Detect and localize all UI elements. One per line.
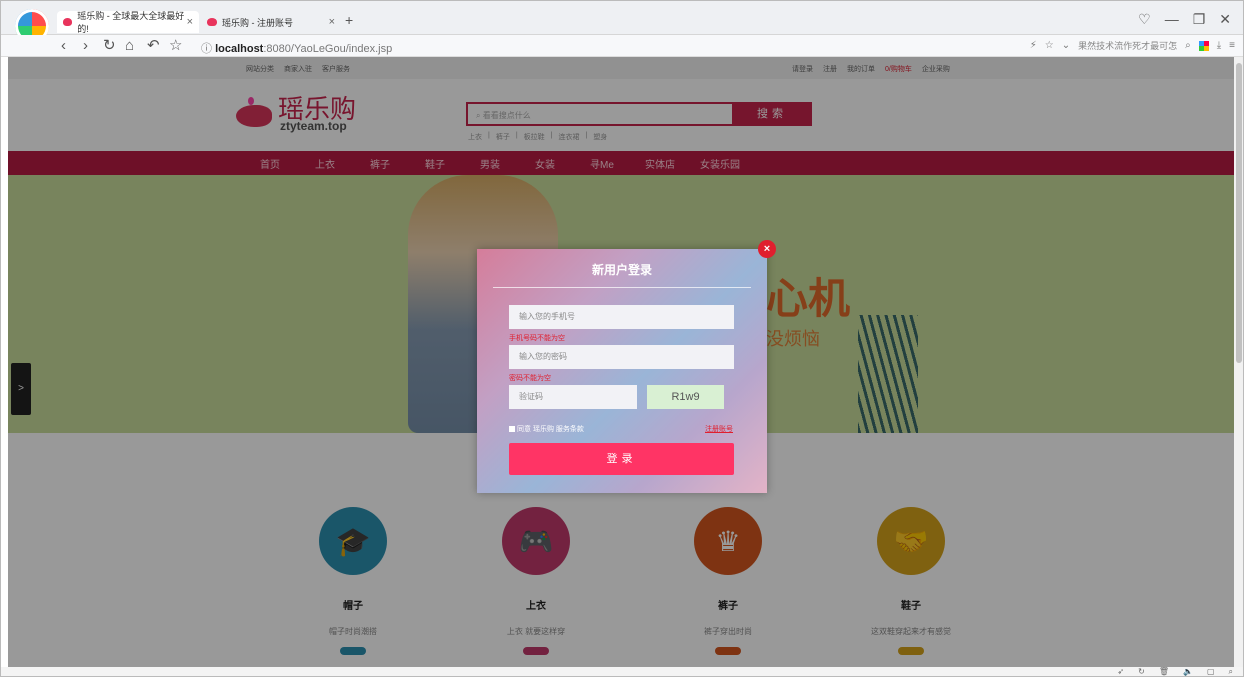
window-controls: ♡ — ❐ ✕ (1138, 11, 1231, 28)
register-account-link[interactable]: 注册账号 (705, 424, 733, 434)
back-icon[interactable]: ‹ (61, 38, 66, 54)
tab-bar: 瑶乐购 - 全球最大全球最好的! × 瑶乐购 - 注册账号 × + ♡ — ❐ … (1, 1, 1243, 43)
site-favicon-icon (207, 18, 217, 26)
forward-icon[interactable]: › (83, 38, 88, 54)
login-button[interactable]: 登录 (509, 443, 734, 475)
tab-home[interactable]: 瑶乐购 - 全球最大全球最好的! × (57, 11, 199, 34)
modal-title: 新用户登录 (591, 263, 652, 277)
agree-label: 同意 瑶乐购 服务条款 (517, 426, 584, 433)
window-icon[interactable]: ▢ (1207, 667, 1215, 676)
bookmark-star-icon[interactable]: ☆ (169, 38, 182, 54)
apps-icon[interactable] (1198, 40, 1209, 51)
volume-icon[interactable]: 🔈 (1183, 667, 1193, 676)
close-tab-icon[interactable]: × (329, 16, 335, 28)
dropdown-icon[interactable]: ⌄ (1062, 40, 1070, 51)
modal-divider (493, 287, 751, 288)
lock-icon: ⓘ (201, 43, 216, 55)
close-icon[interactable]: × (758, 240, 776, 258)
close-window-icon[interactable]: ✕ (1219, 11, 1231, 28)
address-right-tools: ⚡ ☆ ⌄ 果然技术流作死才最可怎 ⌕ ⤓ ≡ (1030, 39, 1235, 52)
tab-title: 瑶乐购 - 注册账号 (222, 17, 293, 28)
search-icon[interactable]: ⌕ (1185, 40, 1191, 51)
phone-error: 手机号码不能为空 (509, 335, 565, 342)
url-path: :8080/YaoLeGou/index.jsp (263, 43, 393, 55)
skin-icon[interactable]: ♡ (1138, 11, 1151, 28)
restore-icon[interactable]: ❐ (1193, 11, 1206, 28)
refresh-icon[interactable]: ↻ (1138, 667, 1145, 676)
browser-window: 瑶乐购 - 全球最大全球最好的! × 瑶乐购 - 注册账号 × + ♡ — ❐ … (0, 0, 1244, 677)
tab-title: 瑶乐购 - 全球最大全球最好的! (77, 11, 185, 34)
favorite-icon[interactable]: ☆ (1045, 40, 1054, 51)
password-input[interactable]: 输入您的密码 (509, 345, 734, 369)
scrollbar-thumb[interactable] (1236, 63, 1242, 363)
phone-input[interactable]: 输入您的手机号 (509, 305, 734, 329)
password-error: 密码不能为空 (509, 375, 551, 382)
agree-checkbox[interactable] (509, 426, 515, 432)
menu-icon[interactable]: ≡ (1229, 40, 1235, 51)
rocket-icon[interactable]: ➶ (1117, 667, 1124, 676)
url-host: localhost (215, 43, 264, 55)
captcha-input[interactable]: 验证码 (509, 385, 637, 409)
zoom-icon[interactable]: ⌕ (1229, 667, 1233, 676)
agree-terms[interactable]: 同意 瑶乐购 服务条款 (509, 424, 584, 434)
search-hint[interactable]: 果然技术流作死才最可怎 (1078, 39, 1177, 52)
tab-register[interactable]: 瑶乐购 - 注册账号 × (201, 11, 341, 33)
url-field[interactable]: ⓘ localhost:8080/YaoLeGou/index.jsp (201, 40, 392, 56)
undo-icon[interactable]: ↶ (147, 38, 160, 54)
trash-icon[interactable]: 🗑 (1159, 667, 1169, 676)
download-icon[interactable]: ⤓ (1217, 40, 1221, 51)
address-bar: ‹ › ↻ ⌂ ↶ ☆ ⓘ localhost:8080/YaoLeGou/in… (1, 35, 1243, 57)
site-favicon-icon (63, 18, 73, 26)
page-scrollbar[interactable] (1234, 57, 1243, 667)
new-tab-icon[interactable]: + (345, 12, 353, 28)
minimize-icon[interactable]: — (1165, 11, 1179, 28)
lightning-icon[interactable]: ⚡ (1030, 40, 1037, 51)
login-modal: 新用户登录 输入您的手机号 手机号码不能为空 输入您的密码 密码不能为空 验证码… (477, 249, 767, 493)
close-tab-icon[interactable]: × (187, 16, 193, 28)
reload-icon[interactable]: ↻ (103, 38, 116, 54)
status-bar: ➶ ↻ 🗑 🔈 ▢ ⌕ (1, 667, 1243, 676)
home-icon[interactable]: ⌂ (125, 38, 134, 54)
captcha-image[interactable]: R1w9 (647, 385, 724, 409)
